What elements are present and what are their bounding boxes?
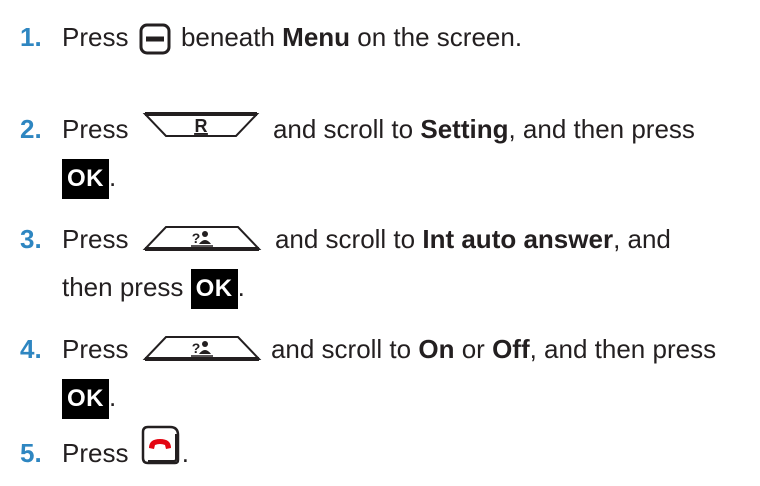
step-5: 5. Press . bbox=[20, 425, 189, 476]
step-text: or bbox=[461, 334, 485, 364]
soft-key-icon bbox=[139, 23, 171, 55]
step-number: 5. bbox=[20, 438, 42, 468]
setting-label: Setting bbox=[420, 114, 509, 144]
step-text: and scroll to bbox=[272, 114, 414, 144]
off-label: Off bbox=[492, 334, 530, 364]
step-2: 2. Press R and scroll to Setting, and the… bbox=[20, 106, 695, 200]
step-text: , and then press bbox=[508, 114, 695, 144]
step-text: Press bbox=[62, 114, 129, 144]
step-text: , and bbox=[613, 224, 671, 254]
step-text: Press bbox=[62, 224, 129, 254]
step-text: Press bbox=[62, 438, 129, 468]
step-text: and scroll to bbox=[274, 224, 416, 254]
svg-text:?: ? bbox=[191, 340, 200, 356]
step-number: 3. bbox=[20, 224, 42, 254]
ok-key-icon: OK bbox=[62, 379, 109, 420]
int-auto-answer-label: Int auto answer bbox=[422, 224, 614, 254]
step-1: 1. Press beneath Menu on the screen. bbox=[20, 14, 522, 60]
ok-key-icon: OK bbox=[190, 269, 238, 310]
step-3: 3. Press ? and scroll to Int auto answer,… bbox=[20, 216, 671, 310]
step-number: 4. bbox=[20, 334, 42, 364]
step-text: Press bbox=[62, 22, 129, 52]
step-number: 2. bbox=[20, 114, 42, 144]
step-number: 1. bbox=[20, 22, 42, 52]
step-text: and scroll to bbox=[270, 334, 412, 364]
step-text: Press bbox=[62, 334, 129, 364]
menu-label: Menu bbox=[282, 22, 351, 52]
nav-up-key-icon: ? bbox=[142, 333, 262, 363]
svg-text:?: ? bbox=[191, 230, 200, 246]
nav-down-key-icon: R bbox=[142, 110, 260, 140]
on-label: On bbox=[418, 334, 455, 364]
nav-up-key-icon: ? bbox=[142, 223, 262, 253]
step-text: then press bbox=[62, 272, 184, 302]
step-text: beneath bbox=[180, 22, 275, 52]
svg-text:R: R bbox=[194, 116, 207, 136]
step-text: , and then press bbox=[529, 334, 717, 364]
end-call-key-icon bbox=[140, 424, 182, 466]
step-4: 4. Press ? and scroll to On or Off, and t… bbox=[20, 326, 716, 420]
step-text: on the screen. bbox=[357, 22, 523, 52]
ok-key-icon: OK bbox=[62, 159, 109, 200]
